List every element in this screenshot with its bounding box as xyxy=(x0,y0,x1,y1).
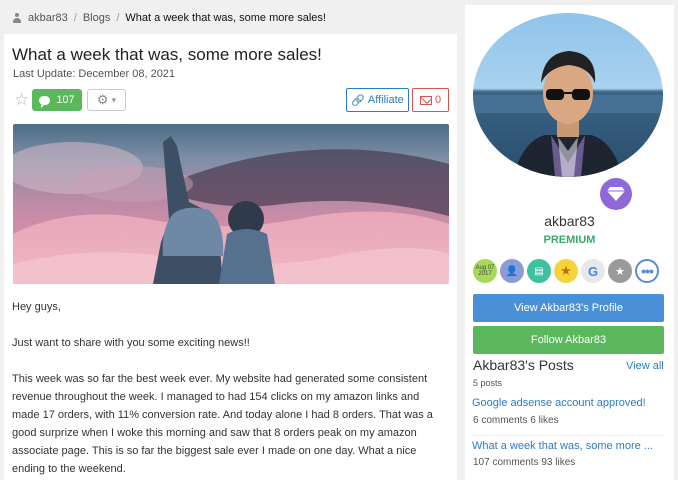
post-body: Hey guys, Just want to share with you so… xyxy=(12,298,448,480)
rank-badge-icon[interactable]: ★ xyxy=(608,259,632,283)
breadcrumb-current: What a week that was, some more sales! xyxy=(125,12,326,24)
breadcrumb-blogs[interactable]: Blogs xyxy=(83,12,111,24)
profile-username: akbar83 xyxy=(544,213,595,229)
star-badge-icon[interactable]: ★ xyxy=(554,259,578,283)
message-count: 0 xyxy=(434,94,442,106)
gem-icon xyxy=(607,187,625,201)
star-icon[interactable]: ☆ xyxy=(14,91,29,108)
membership-tier: PREMIUM xyxy=(543,234,596,246)
profile-badge-icon[interactable]: 👤 xyxy=(500,259,524,283)
affiliate-label: Affiliate xyxy=(367,94,404,106)
breadcrumb: akbar83 / Blogs / What a week that was, … xyxy=(12,8,326,28)
envelope-icon xyxy=(419,95,432,105)
post-paragraph: This week was so far the best week ever.… xyxy=(12,373,433,475)
post-paragraph: Hey guys, xyxy=(12,301,61,313)
view-all-link[interactable]: View all xyxy=(626,360,664,372)
hero-image xyxy=(13,124,449,284)
user-icon xyxy=(12,13,22,23)
affiliate-button[interactable]: 🔗 Affiliate xyxy=(346,88,409,112)
like-button[interactable]: 107 xyxy=(32,89,82,111)
message-button[interactable]: 0 xyxy=(412,88,449,112)
gear-icon: ⚙ xyxy=(96,92,109,107)
link-icon: 🔗 xyxy=(351,94,365,107)
comment-icon xyxy=(39,95,51,108)
chevron-down-icon: ▾ xyxy=(111,94,117,105)
posts-count: 5 posts xyxy=(473,378,503,388)
settings-dropdown[interactable]: ⚙ ▾ xyxy=(87,89,126,111)
profile-sidebar: akbar83 PREMIUM Aug 07 2017 👤 ▤ ★ G ★ ••… xyxy=(465,5,674,480)
avatar[interactable] xyxy=(473,13,663,177)
breadcrumb-separator: / xyxy=(116,12,120,24)
sidebar-post-meta: 6 comments 6 likes xyxy=(473,415,559,426)
post-title: What a week that was, some more sales! xyxy=(12,45,322,64)
follow-button[interactable]: Follow Akbar83 xyxy=(473,326,664,354)
premium-badge xyxy=(597,175,635,213)
post-card: What a week that was, some more sales! L… xyxy=(4,34,457,480)
website-badge-icon[interactable]: ▤ xyxy=(527,259,551,283)
like-count: 107 xyxy=(56,94,75,106)
divider xyxy=(473,435,664,436)
breadcrumb-user[interactable]: akbar83 xyxy=(28,12,68,24)
achievement-badges: Aug 07 2017 👤 ▤ ★ G ★ ••• xyxy=(473,259,659,283)
last-update: Last Update: December 08, 2021 xyxy=(13,68,176,80)
sidebar-post-link[interactable]: Google adsense account approved! xyxy=(472,397,646,409)
breadcrumb-separator: / xyxy=(73,12,77,24)
post-paragraph: Just want to share with you some excitin… xyxy=(12,337,250,349)
sidebar-post-link[interactable]: What a week that was, some more ... xyxy=(472,440,653,452)
google-badge-icon[interactable]: G xyxy=(581,259,605,283)
sidebar-post-meta: 107 comments 93 likes xyxy=(473,457,576,468)
join-date-badge[interactable]: Aug 07 2017 xyxy=(473,259,497,283)
posts-heading: Akbar83's Posts xyxy=(473,357,574,373)
view-profile-button[interactable]: View Akbar83's Profile xyxy=(473,294,664,322)
more-icon[interactable]: ••• xyxy=(635,259,659,283)
